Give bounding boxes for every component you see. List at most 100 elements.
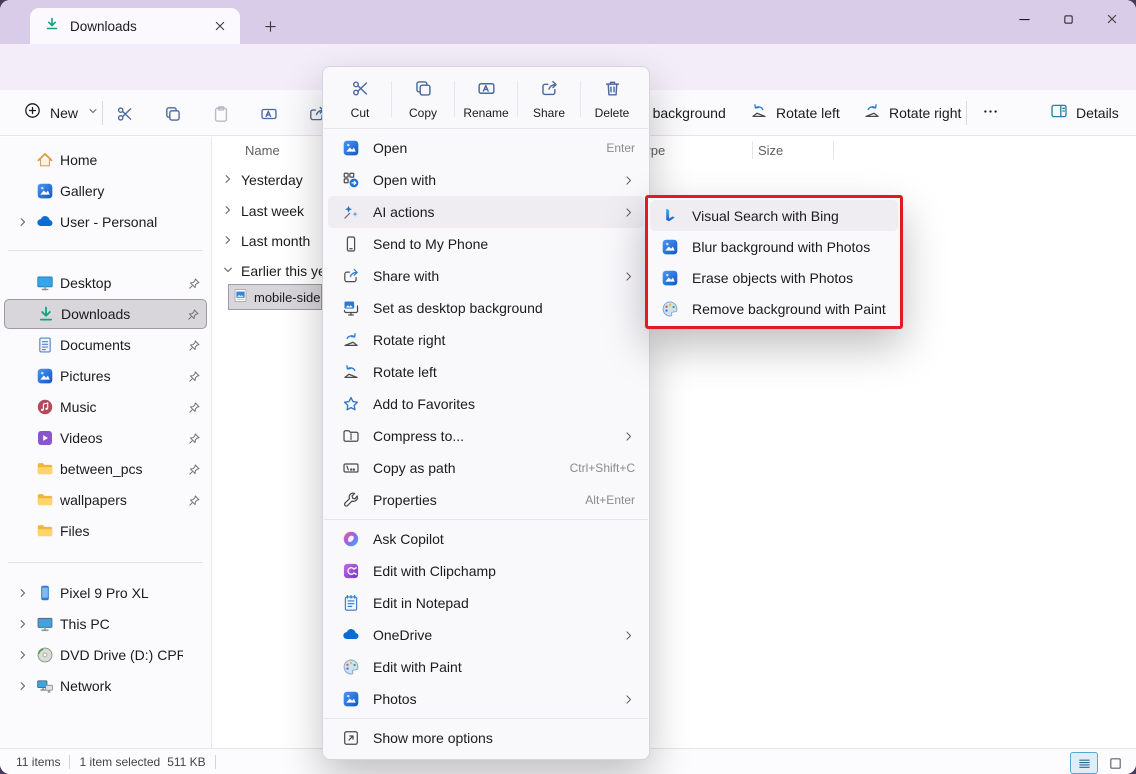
new-button[interactable]: New bbox=[14, 96, 109, 130]
tab-close-icon[interactable] bbox=[208, 14, 232, 38]
details-pane-button[interactable]: Details bbox=[1050, 90, 1119, 135]
maximize-button[interactable] bbox=[1046, 0, 1090, 38]
cut-icon[interactable] bbox=[112, 101, 138, 127]
rename-icon[interactable] bbox=[256, 101, 282, 127]
large-icons-view-icon[interactable] bbox=[1102, 753, 1128, 773]
column-header-size[interactable]: Size bbox=[758, 137, 783, 163]
sidebar-item-pixel-9-pro-xl[interactable]: Pixel 9 Pro XL bbox=[4, 578, 207, 608]
expand-chevron-icon[interactable] bbox=[10, 216, 36, 228]
sidebar-item-videos[interactable]: Videos bbox=[4, 423, 207, 453]
command-label: Cut bbox=[351, 106, 370, 120]
downloads-tab-icon bbox=[44, 16, 60, 37]
notepad-icon bbox=[341, 594, 360, 612]
expand-chevron-icon[interactable] bbox=[10, 587, 36, 599]
menu-item-edit-with-clipchamp[interactable]: Edit with Clipchamp bbox=[328, 555, 644, 587]
menu-item-rotate-right[interactable]: Rotate right bbox=[328, 324, 644, 356]
tab-downloads[interactable]: Downloads bbox=[30, 8, 240, 44]
expand-chevron-icon[interactable] bbox=[10, 618, 36, 630]
copy-icon[interactable] bbox=[160, 101, 186, 127]
column-divider[interactable] bbox=[752, 141, 753, 159]
sidebar-item-user-personal[interactable]: User - Personal bbox=[4, 207, 207, 237]
group-row-earlier-this-year[interactable]: Earlier this year bbox=[222, 257, 338, 285]
menu-item-onedrive[interactable]: OneDrive bbox=[328, 619, 644, 651]
menu-item-open-with[interactable]: Open with bbox=[328, 164, 644, 196]
menu-item-send-to-my-phone[interactable]: Send to My Phone bbox=[328, 228, 644, 260]
sidebar-item-home[interactable]: Home bbox=[4, 145, 207, 175]
sidebar-item-files[interactable]: Files bbox=[4, 516, 207, 546]
menu-item-label: Send to My Phone bbox=[373, 236, 635, 252]
sidebar-item-this-pc[interactable]: This PC bbox=[4, 609, 207, 639]
group-row-last-month[interactable]: Last month bbox=[222, 227, 310, 255]
sidebar-item-dvd-drive-d-cpra-x64fre[interactable]: DVD Drive (D:) CPRA_X64FRE_ bbox=[4, 640, 207, 670]
menu-item-rotate-left[interactable]: Rotate left bbox=[328, 356, 644, 388]
minimize-button[interactable] bbox=[1002, 0, 1046, 38]
sidebar-item-pictures[interactable]: Pictures bbox=[4, 361, 207, 391]
sidebar-item-downloads[interactable]: Downloads bbox=[4, 299, 207, 329]
chevron-collapsed-icon[interactable] bbox=[222, 233, 234, 249]
menu-item-label: Properties bbox=[373, 492, 572, 508]
menu-item-compress-to[interactable]: Compress to... bbox=[328, 420, 644, 452]
ai-actions-submenu: Visual Search with BingBlur background w… bbox=[645, 195, 903, 329]
menu-item-ai-actions[interactable]: AI actions bbox=[328, 196, 644, 228]
toolbar-divider bbox=[102, 101, 103, 125]
submenu-chevron-icon bbox=[622, 430, 635, 443]
copypath-icon bbox=[341, 459, 360, 477]
selected-file-row[interactable]: mobile-sideb bbox=[228, 284, 322, 310]
menu-item-edit-with-paint[interactable]: Edit with Paint bbox=[328, 651, 644, 683]
rename-command-button[interactable]: Rename bbox=[455, 73, 517, 125]
menu-item-properties[interactable]: PropertiesAlt+Enter bbox=[328, 484, 644, 516]
menu-item-erase-objects-with-photos[interactable]: Erase objects with Photos bbox=[650, 262, 898, 293]
details-view-icon[interactable] bbox=[1070, 752, 1098, 774]
menu-item-set-as-desktop-background[interactable]: Set as desktop background bbox=[328, 292, 644, 324]
new-tab-button[interactable] bbox=[258, 14, 282, 38]
column-divider[interactable] bbox=[833, 141, 834, 159]
showmore-icon bbox=[341, 729, 360, 747]
menu-item-add-to-favorites[interactable]: Add to Favorites bbox=[328, 388, 644, 420]
rotate-right-button[interactable]: Rotate right bbox=[863, 90, 961, 135]
expand-chevron-icon[interactable] bbox=[10, 680, 36, 692]
downloads-icon bbox=[37, 305, 61, 323]
sidebar-item-documents[interactable]: Documents bbox=[4, 330, 207, 360]
delete-command-button[interactable]: Delete bbox=[581, 73, 643, 125]
share-command-button[interactable]: Share bbox=[518, 73, 580, 125]
close-button[interactable] bbox=[1090, 0, 1134, 38]
copy-command-button[interactable]: Copy bbox=[392, 73, 454, 125]
copilot-icon bbox=[341, 530, 360, 548]
sidebar-item-gallery[interactable]: Gallery bbox=[4, 176, 207, 206]
menu-item-share-with[interactable]: Share with bbox=[328, 260, 644, 292]
sidebar-item-network[interactable]: Network bbox=[4, 671, 207, 701]
photos-icon bbox=[341, 690, 360, 708]
photos-icon bbox=[660, 238, 679, 256]
group-row-last-week[interactable]: Last week bbox=[222, 197, 304, 225]
cut-command-button[interactable]: Cut bbox=[329, 73, 391, 125]
rotate-left-button[interactable]: Rotate left bbox=[750, 90, 840, 135]
menu-item-blur-background-with-photos[interactable]: Blur background with Photos bbox=[650, 231, 898, 262]
menu-item-label: Set as desktop background bbox=[373, 300, 635, 316]
chevron-open-icon[interactable] bbox=[222, 263, 234, 279]
menu-item-edit-in-notepad[interactable]: Edit in Notepad bbox=[328, 587, 644, 619]
sidebar-item-wallpapers[interactable]: wallpapers bbox=[4, 485, 207, 515]
group-row-yesterday[interactable]: Yesterday bbox=[222, 166, 303, 194]
status-divider bbox=[215, 755, 216, 769]
menu-item-show-more-options[interactable]: Show more options bbox=[328, 722, 644, 754]
see-more-button[interactable] bbox=[982, 90, 999, 135]
menu-item-ask-copilot[interactable]: Ask Copilot bbox=[328, 523, 644, 555]
chevron-collapsed-icon[interactable] bbox=[222, 172, 234, 188]
menu-item-copy-as-path[interactable]: Copy as pathCtrl+Shift+C bbox=[328, 452, 644, 484]
submenu-chevron-icon bbox=[622, 629, 635, 642]
menu-item-open[interactable]: OpenEnter bbox=[328, 132, 644, 164]
pin-icon bbox=[183, 401, 201, 414]
sidebar-item-between-pcs[interactable]: between_pcs bbox=[4, 454, 207, 484]
menu-item-visual-search-with-bing[interactable]: Visual Search with Bing bbox=[650, 200, 898, 231]
menu-item-remove-background-with-paint[interactable]: Remove background with Paint bbox=[650, 293, 898, 324]
menu-item-label: Rotate left bbox=[373, 364, 635, 380]
clipchamp-icon bbox=[341, 562, 360, 580]
onedrive-icon bbox=[36, 213, 60, 231]
column-header-name[interactable]: Name bbox=[245, 137, 280, 163]
sidebar-item-desktop[interactable]: Desktop bbox=[4, 268, 207, 298]
expand-chevron-icon[interactable] bbox=[10, 649, 36, 661]
command-label: Rename bbox=[463, 106, 508, 120]
menu-item-photos[interactable]: Photos bbox=[328, 683, 644, 715]
chevron-collapsed-icon[interactable] bbox=[222, 203, 234, 219]
sidebar-item-music[interactable]: Music bbox=[4, 392, 207, 422]
